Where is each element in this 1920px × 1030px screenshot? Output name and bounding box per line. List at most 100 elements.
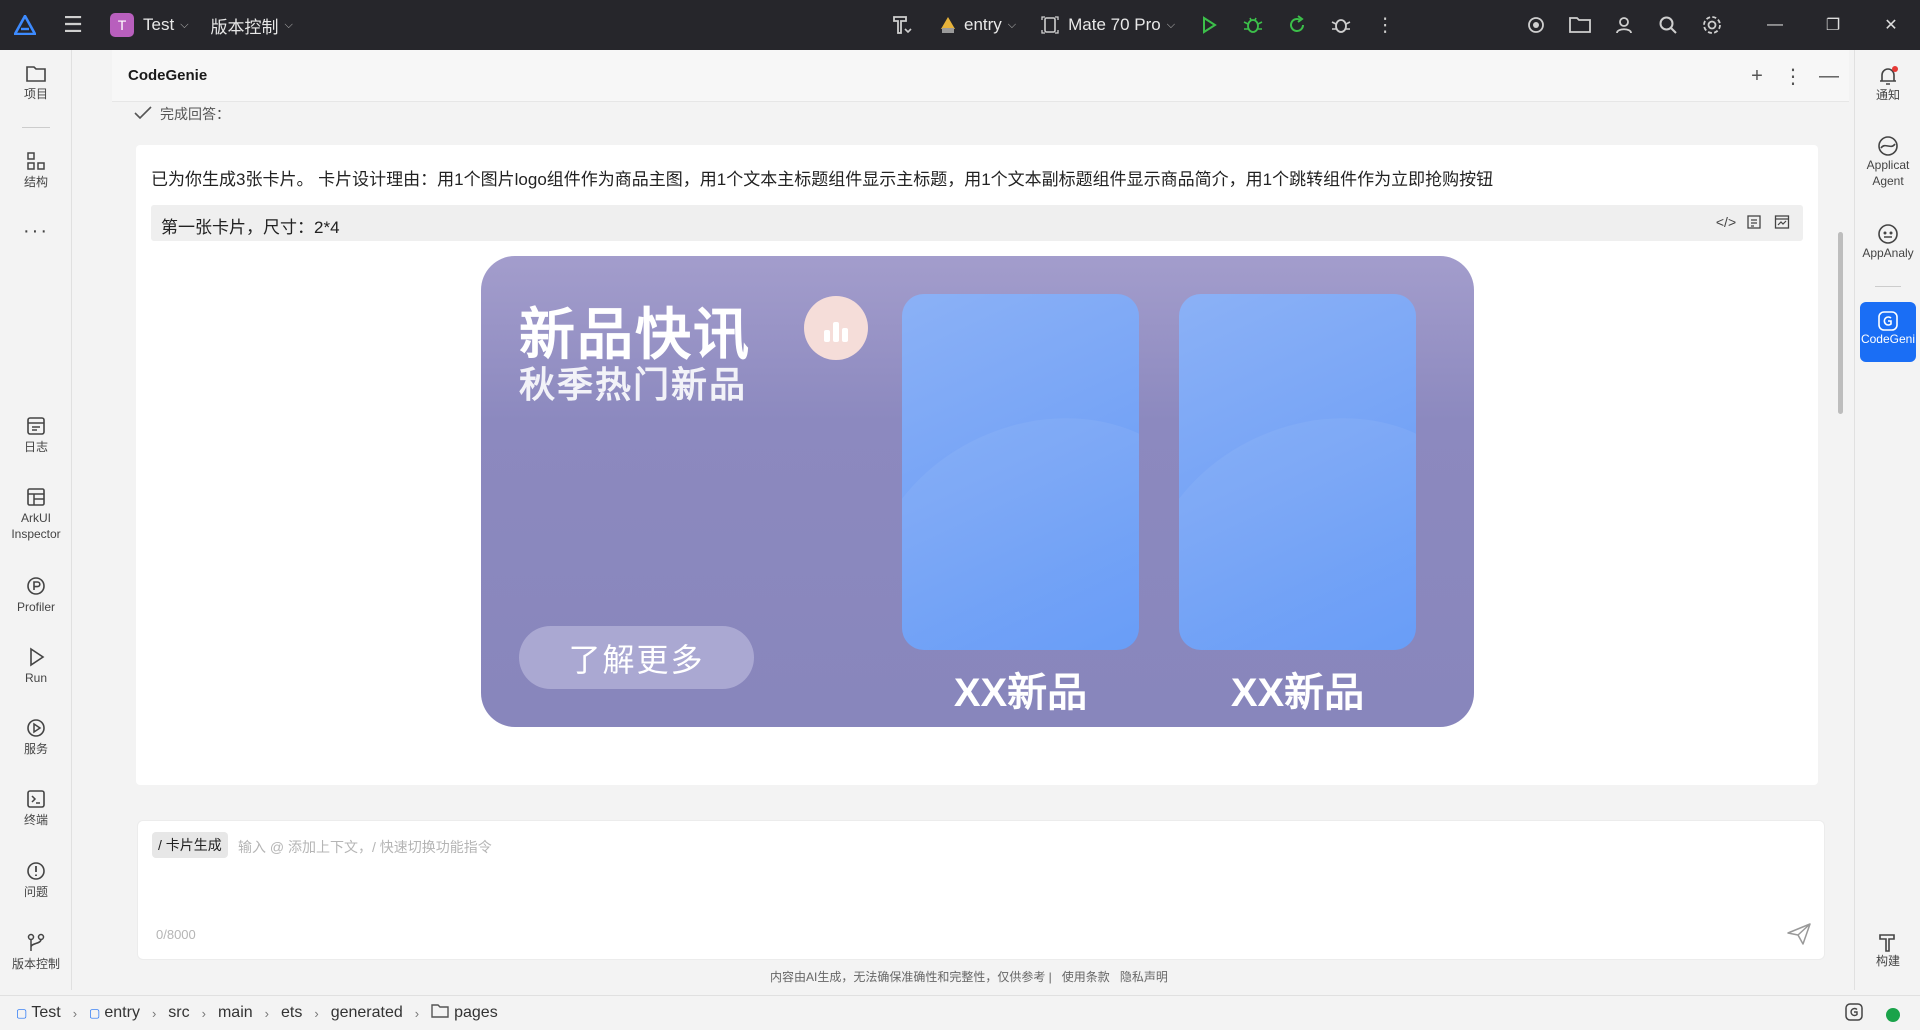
- scrollbar[interactable]: [1838, 232, 1843, 414]
- account-icon[interactable]: [1602, 0, 1646, 50]
- folder-icon: [431, 1003, 449, 1023]
- more-vertical-icon[interactable]: ⋮: [1779, 62, 1807, 90]
- sidebar-item-label: 问题: [23, 885, 48, 899]
- sidebar-item-label: 服务: [23, 742, 48, 756]
- breadcrumb-item[interactable]: generated: [331, 1004, 403, 1022]
- app-logo-icon[interactable]: [0, 0, 50, 50]
- card-header: 第一张卡片，尺寸：2*4 </>: [151, 205, 1803, 241]
- input-placeholder: 输入 @ 添加上下文，/ 快速切换功能指令: [238, 839, 492, 855]
- chevron-down-icon: ⌵: [180, 18, 189, 31]
- sidebar-item-label: 版本控制: [11, 957, 60, 971]
- breadcrumb-item[interactable]: main: [218, 1004, 253, 1022]
- sidebar-item-profiler[interactable]: Profiler: [0, 575, 72, 616]
- sidebar-item-service[interactable]: 服务: [0, 717, 72, 758]
- codegenie-panel-header: CodeGenie + ⋮ —: [112, 50, 1849, 102]
- sidebar-item-notifications[interactable]: 通知: [1855, 64, 1920, 104]
- breadcrumb-item[interactable]: entry: [104, 1004, 140, 1022]
- breadcrumb-item[interactable]: Test: [31, 1004, 60, 1022]
- device-manager-icon[interactable]: [1514, 0, 1558, 50]
- sidebar-item-problems[interactable]: 问题: [0, 860, 72, 901]
- module-square-icon: ▢: [16, 1006, 28, 1020]
- right-tool-sidebar: 通知 Applicat Agent AppAnaly CodeGeni 构建: [1854, 50, 1920, 990]
- sidebar-item-label: AppAnaly: [1862, 246, 1914, 260]
- product-label: XX新品: [953, 671, 1088, 715]
- folder-icon: [26, 66, 46, 82]
- title-bar: ☰ T Test ⌵ 版本控制 ⌵ entry ⌵ Mate 70 Pro ⌵: [0, 0, 1920, 50]
- rerun-icon[interactable]: [1275, 0, 1319, 50]
- module-name: entry: [964, 15, 1002, 34]
- sidebar-item-appanalyzer[interactable]: AppAnaly: [1855, 222, 1920, 262]
- privacy-link[interactable]: 隐私声明: [1120, 968, 1168, 985]
- build-hammer-icon[interactable]: [880, 0, 924, 50]
- terms-link[interactable]: 使用条款: [1062, 968, 1110, 985]
- card-header-label: 第一张卡片，尺寸：2*4: [161, 218, 340, 237]
- chevron-right-icon: ›: [414, 1005, 420, 1021]
- chevron-down-icon: ⌵: [1007, 18, 1017, 31]
- sidebar-item-arkui-inspector[interactable]: ArkUI Inspector: [0, 486, 72, 542]
- main-menu-icon[interactable]: ☰: [50, 0, 96, 50]
- char-count: 0/8000: [156, 927, 196, 942]
- product-image: [1179, 294, 1416, 650]
- chevron-right-icon: ›: [72, 1005, 78, 1021]
- sidebar-item-structure[interactable]: 结构: [0, 150, 72, 191]
- problem-icon: [27, 862, 45, 880]
- bar-chart-logo-icon: [804, 296, 868, 360]
- panel-title: CodeGenie: [128, 67, 208, 84]
- insert-code-icon[interactable]: [1743, 211, 1765, 233]
- robot-icon: [1878, 224, 1898, 244]
- sidebar-item-label: CodeGeni: [1860, 332, 1916, 346]
- sidebar-divider: [1875, 286, 1901, 287]
- close-window-icon[interactable]: ✕: [1862, 0, 1920, 50]
- sidebar-item-codegenie[interactable]: CodeGeni: [1860, 302, 1916, 362]
- breadcrumb-item[interactable]: src: [168, 1004, 189, 1022]
- run-icon[interactable]: [1187, 0, 1231, 50]
- minimize-window-icon[interactable]: —: [1746, 0, 1804, 50]
- sidebar-item-vcs[interactable]: 版本控制: [0, 932, 72, 973]
- sidebar-item-log[interactable]: 日志: [0, 415, 72, 456]
- answer-text: 已为你生成3张卡片。 卡片设计理由：用1个图片logo组件作为商品主图，用1个文…: [151, 170, 1494, 189]
- attach-debugger-icon[interactable]: [1319, 0, 1363, 50]
- send-icon[interactable]: [1786, 921, 1814, 949]
- sidebar-item-run[interactable]: Run: [0, 646, 72, 687]
- project-switcher[interactable]: T Test ⌵: [96, 0, 189, 50]
- breadcrumb-item[interactable]: ets: [281, 1004, 302, 1022]
- done-status: 完成回答：: [134, 104, 230, 124]
- view-code-icon[interactable]: </>: [1715, 211, 1737, 233]
- restore-window-icon[interactable]: ❐: [1804, 0, 1862, 50]
- preview-card-icon[interactable]: [1771, 211, 1793, 233]
- folder-sync-icon[interactable]: [1558, 0, 1602, 50]
- sidebar-item-build[interactable]: 构建: [1855, 932, 1920, 970]
- sidebar-item-terminal[interactable]: 终端: [0, 788, 72, 829]
- command-chip[interactable]: / 卡片生成: [152, 832, 228, 858]
- sidebar-item-application-agent[interactable]: Applicat Agent: [1855, 134, 1920, 189]
- gear-icon[interactable]: [1690, 0, 1734, 50]
- device-selector[interactable]: Mate 70 Pro ⌵: [1040, 0, 1175, 50]
- vcs-menu[interactable]: 版本控制 ⌵: [211, 0, 293, 50]
- codegenie-status-icon[interactable]: [1844, 1002, 1864, 1027]
- left-tool-sidebar: 项目 结构 ··· 日志 ArkUI Inspector Profiler Ru…: [0, 50, 72, 990]
- sidebar-item-label: 构建: [1875, 954, 1900, 968]
- new-chat-plus-icon[interactable]: +: [1743, 62, 1771, 90]
- more-vertical-icon[interactable]: ⋮: [1363, 0, 1407, 50]
- disclaimer-text: 内容由AI生成，无法确保准确性和完整性，仅供参考 |: [770, 970, 1052, 984]
- sidebar-item-label: Run: [24, 671, 47, 685]
- device-icon: [1041, 16, 1059, 34]
- sidebar-item-label: ArkUI Inspector: [11, 511, 61, 541]
- sidebar-item-project[interactable]: 项目: [0, 64, 72, 103]
- search-icon[interactable]: [1646, 0, 1690, 50]
- codegenie-icon: [1878, 311, 1898, 331]
- sidebar-item-label: Profiler: [16, 600, 55, 614]
- minimize-panel-icon[interactable]: —: [1815, 62, 1843, 90]
- sidebar-item-label: 结构: [23, 175, 48, 189]
- chat-input[interactable]: / 卡片生成 输入 @ 添加上下文，/ 快速切换功能指令 0/8000: [137, 820, 1825, 960]
- learn-more-button[interactable]: 了解更多: [519, 626, 754, 689]
- module-icon: [941, 17, 955, 33]
- sidebar-item-label: 项目: [23, 87, 48, 101]
- status-indicator[interactable]: [1886, 1007, 1900, 1022]
- service-icon: [27, 719, 45, 737]
- vcs-icon: [27, 933, 45, 951]
- breadcrumb-item[interactable]: pages: [454, 1004, 498, 1022]
- more-tools-icon[interactable]: ···: [0, 218, 72, 244]
- module-selector[interactable]: entry ⌵: [938, 0, 1016, 50]
- debug-icon[interactable]: [1231, 0, 1275, 50]
